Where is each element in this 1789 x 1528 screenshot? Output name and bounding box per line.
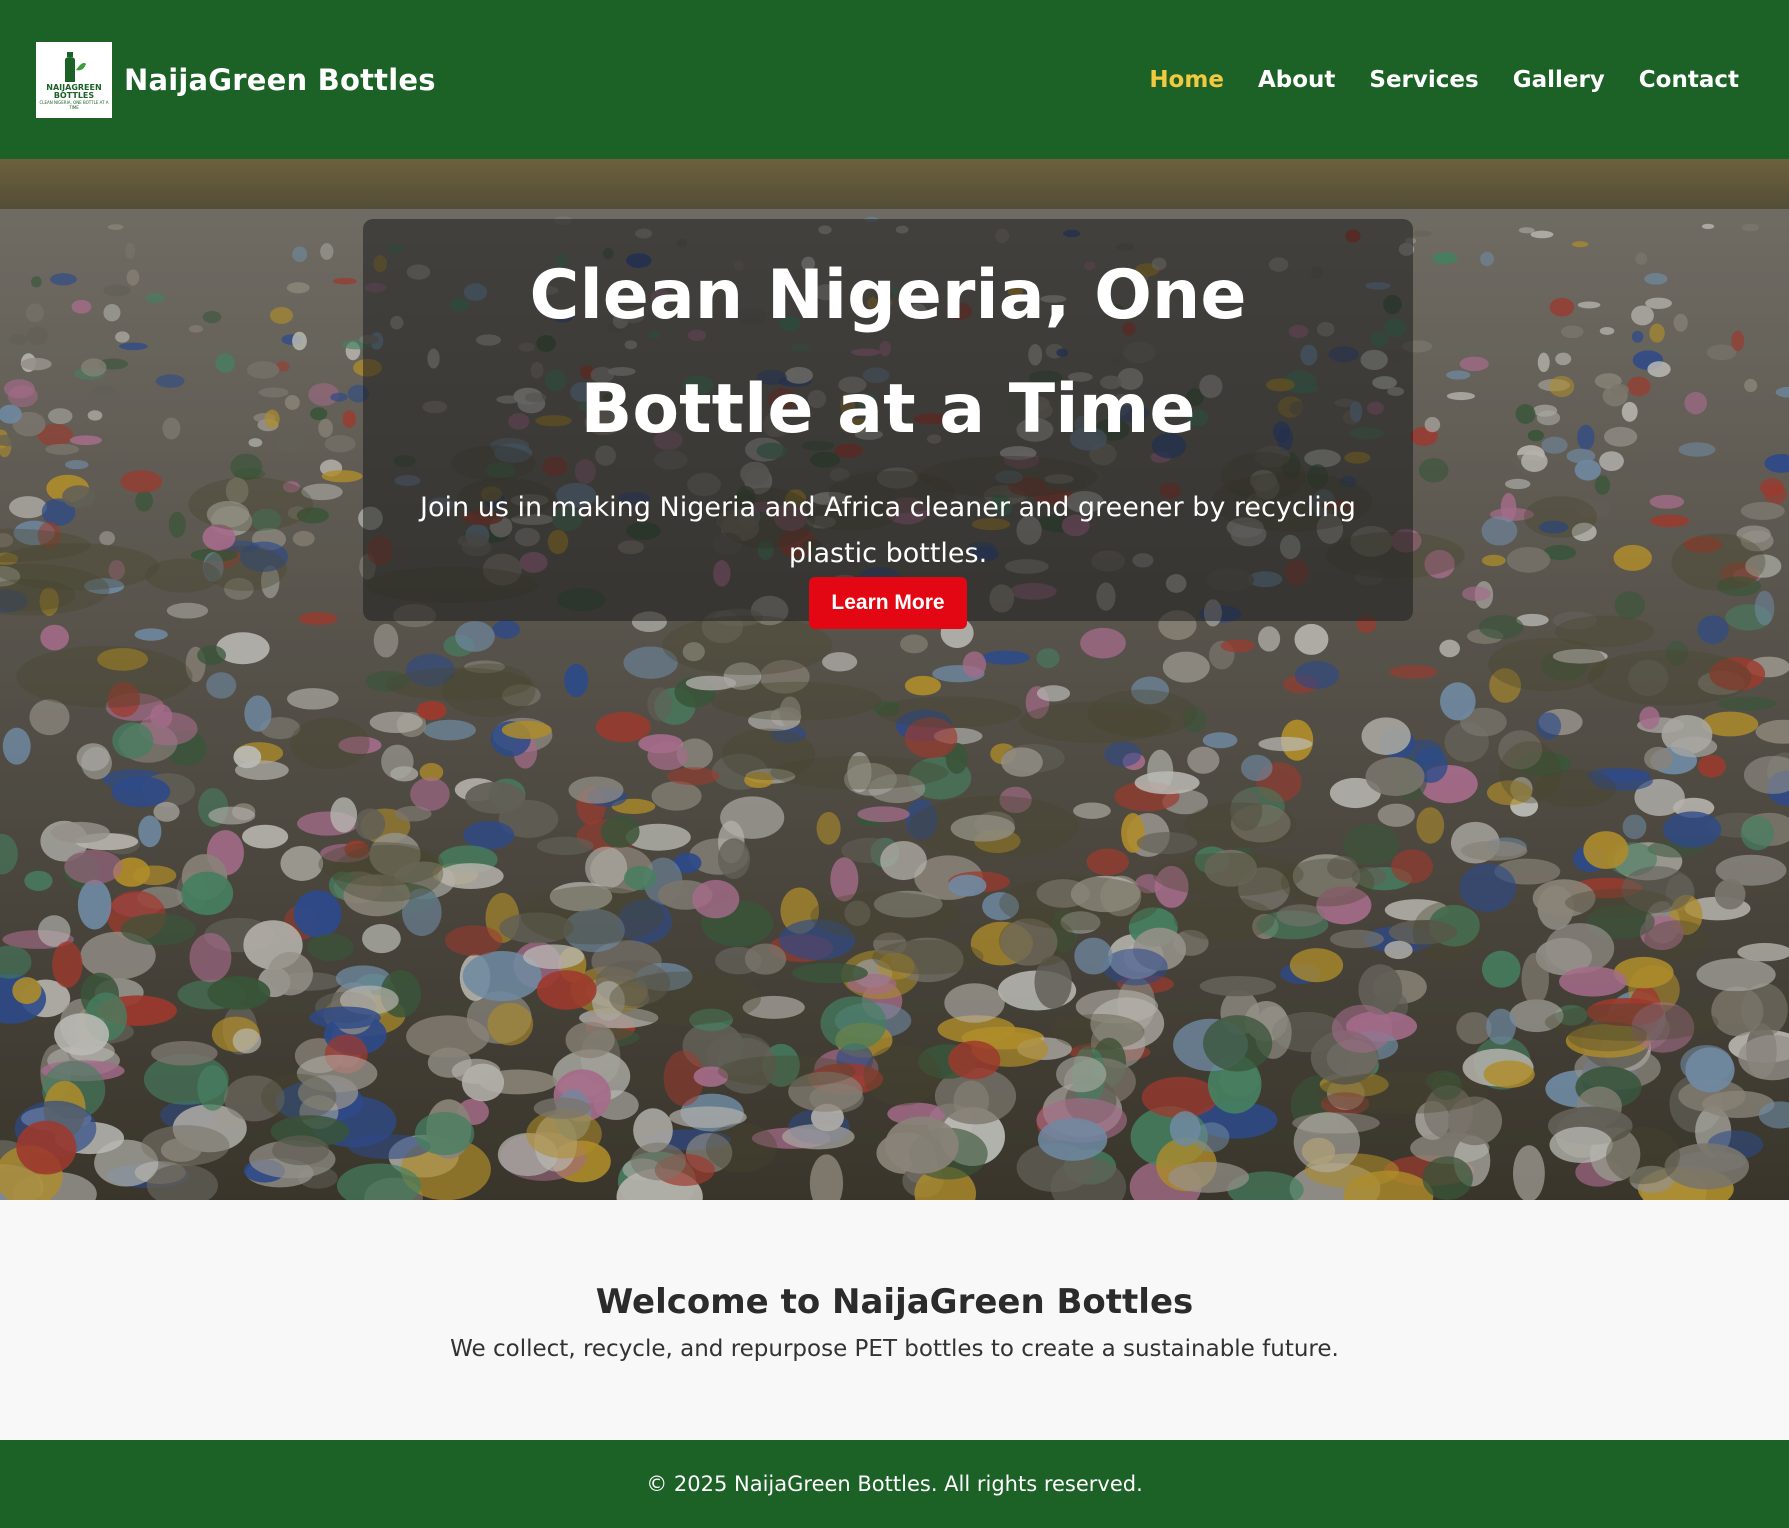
nav-link-about[interactable]: About xyxy=(1258,67,1335,93)
site-footer: © 2025 NaijaGreen Bottles. All rights re… xyxy=(0,1440,1789,1528)
nav-link-gallery[interactable]: Gallery xyxy=(1513,67,1605,93)
hero-section: Clean Nigeria, One Bottle at a Time Join… xyxy=(0,159,1789,1200)
footer-copyright: © 2025 NaijaGreen Bottles. All rights re… xyxy=(646,1472,1143,1496)
welcome-text: We collect, recycle, and repurpose PET b… xyxy=(450,1336,1339,1362)
brand-name[interactable]: NaijaGreen Bottles xyxy=(124,63,436,97)
nav-link-home[interactable]: Home xyxy=(1149,67,1224,93)
nav-link-services[interactable]: Services xyxy=(1369,67,1478,93)
logo-tagline: CLEAN NIGERIA, ONE BOTTLE AT A TIME xyxy=(39,99,109,110)
hero-subtitle: Join us in making Nigeria and Africa cle… xyxy=(420,492,1356,569)
logo-text-line2: BOTTLES xyxy=(53,90,95,100)
hero-title: Clean Nigeria, One Bottle at a Time xyxy=(529,256,1247,449)
brand[interactable]: NAIJAGREEN BOTTLES CLEAN NIGERIA, ONE BO… xyxy=(36,41,436,118)
logo[interactable]: NAIJAGREEN BOTTLES CLEAN NIGERIA, ONE BO… xyxy=(36,41,112,118)
learn-more-button[interactable]: Learn More xyxy=(809,577,967,629)
hero-content-box: Clean Nigeria, One Bottle at a Time Join… xyxy=(363,219,1413,629)
welcome-section: Welcome to NaijaGreen Bottles We collect… xyxy=(0,1200,1789,1440)
main-nav: Home About Services Gallery Contact xyxy=(1149,67,1739,93)
nav-link-contact[interactable]: Contact xyxy=(1639,67,1739,93)
welcome-heading: Welcome to NaijaGreen Bottles xyxy=(595,1282,1194,1322)
site-header: NAIJAGREEN BOTTLES CLEAN NIGERIA, ONE BO… xyxy=(0,0,1789,159)
bottle-leaf-icon xyxy=(61,50,87,84)
